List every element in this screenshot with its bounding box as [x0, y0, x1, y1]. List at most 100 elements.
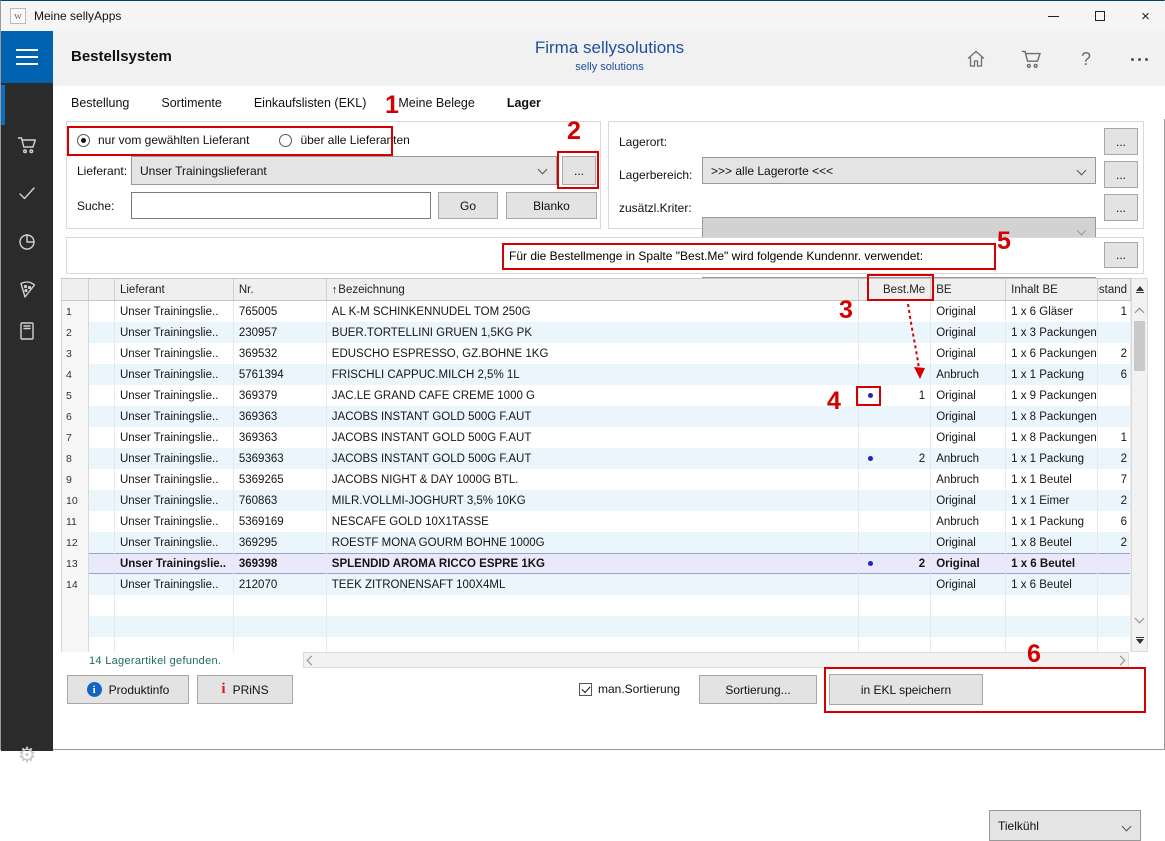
- row-number: 9: [62, 469, 89, 490]
- horizontal-scrollbar[interactable]: [303, 652, 1129, 668]
- minimize-button[interactable]: [1031, 1, 1076, 31]
- table-row[interactable]: 10Unser Trainingslie..760863MILR.VOLLMI-…: [62, 490, 1131, 511]
- table-row[interactable]: 1Unser Trainingslie..765005AL K-M SCHINK…: [62, 301, 1131, 322]
- cell-nr: 369363: [234, 427, 327, 448]
- maximize-button[interactable]: [1077, 1, 1122, 31]
- home-button[interactable]: [958, 41, 994, 77]
- cell-bestme: [859, 637, 931, 652]
- cell-inhalt-be: 1 x 6 Packungen: [1006, 343, 1098, 364]
- cell-bestand: 6: [1098, 511, 1131, 532]
- in-ekl-speichern-button[interactable]: in EKL speichern: [829, 674, 983, 705]
- man-sortierung-checkbox[interactable]: [579, 683, 592, 696]
- cell-indicator: [89, 301, 115, 322]
- column-header-rownum[interactable]: [62, 279, 89, 300]
- sidebar-item-statistics[interactable]: [1, 219, 53, 263]
- kundennr-more-button[interactable]: ...: [1104, 242, 1138, 268]
- menu-button[interactable]: [1, 31, 53, 83]
- radio-selected-lieferant[interactable]: [77, 134, 90, 147]
- sidebar-item-catalog[interactable]: [1, 309, 53, 353]
- empty-table-row[interactable]: [62, 595, 1131, 616]
- sidebar: ⚙: [1, 31, 53, 751]
- cell-nr: 230957: [234, 322, 327, 343]
- more-options-button[interactable]: [1121, 41, 1157, 77]
- hamburger-icon: [16, 49, 38, 51]
- table-row[interactable]: 4Unser Trainingslie..5761394FRISCHLI CAP…: [62, 364, 1131, 385]
- table-row[interactable]: 8Unser Trainingslie..5369363JACOBS INSTA…: [62, 448, 1131, 469]
- column-header-inhalt-be[interactable]: Inhalt BE: [1006, 279, 1098, 300]
- scrollbar-thumb[interactable]: [1134, 321, 1145, 371]
- sidebar-item-tasks[interactable]: [1, 171, 53, 215]
- lieferant-label: Lieferant:: [77, 164, 127, 178]
- scroll-down-button[interactable]: [1132, 612, 1147, 628]
- result-count-text: 14 Lagerartikel gefunden.: [89, 655, 221, 667]
- search-input[interactable]: [131, 192, 431, 219]
- table-row[interactable]: 12Unser Trainingslie..369295ROESTF MONA …: [62, 532, 1131, 553]
- column-header-indicator[interactable]: [89, 279, 115, 300]
- row-number: 14: [62, 574, 89, 595]
- cell-bestme: 2: [859, 553, 931, 574]
- kategorie-dropdown[interactable]: Tielkühl: [989, 810, 1141, 841]
- tab-bestellung[interactable]: Bestellung: [71, 96, 129, 110]
- sidebar-item-food[interactable]: [1, 267, 53, 311]
- cell-bestand: 2: [1098, 343, 1131, 364]
- scroll-to-top-button[interactable]: [1132, 281, 1147, 299]
- produktinfo-button[interactable]: i Produktinfo: [67, 675, 189, 704]
- close-button[interactable]: ×: [1123, 1, 1165, 31]
- radio-alle-lieferanten[interactable]: [279, 134, 292, 147]
- cart-button[interactable]: [1013, 41, 1049, 77]
- row-number: 1: [62, 301, 89, 322]
- table-row[interactable]: 3Unser Trainingslie..369532EDUSCHO ESPRE…: [62, 343, 1131, 364]
- cell-bezeichnung: NESCAFE GOLD 10X1TASSE: [327, 511, 859, 532]
- tab-meine-belege[interactable]: Meine Belege: [398, 96, 474, 110]
- scroll-up-button[interactable]: [1132, 303, 1147, 319]
- cell-bezeichnung: TEEK ZITRONENSAFT 100X4ML: [327, 574, 859, 595]
- double-arrow-up-icon: [1136, 286, 1144, 291]
- cell-bestand: 2: [1098, 490, 1131, 511]
- table-row[interactable]: 14Unser Trainingslie..212070TEEK ZITRONE…: [62, 574, 1131, 595]
- tab-lager[interactable]: Lager: [507, 96, 541, 110]
- sortierung-button[interactable]: Sortierung...: [699, 675, 817, 704]
- column-header-nr[interactable]: Nr.: [234, 279, 327, 300]
- cell-be: Original: [931, 553, 1006, 574]
- lieferant-dropdown[interactable]: Unser Trainingslieferant: [131, 156, 557, 185]
- cell-bezeichnung: JAC.LE GRAND CAFE CREME 1000 G: [327, 385, 859, 406]
- row-number: 5: [62, 385, 89, 406]
- tab-sortimente[interactable]: Sortimente: [161, 96, 221, 110]
- cell-indicator: [89, 343, 115, 364]
- column-header-bestand[interactable]: Bestand: [1098, 279, 1131, 300]
- column-header-be[interactable]: BE: [931, 279, 1006, 300]
- table-row[interactable]: 9Unser Trainingslie..5369265JACOBS NIGHT…: [62, 469, 1131, 490]
- blanko-button[interactable]: Blanko: [506, 192, 597, 219]
- go-button[interactable]: Go: [438, 192, 498, 219]
- table-row[interactable]: 7Unser Trainingslie..369363JACOBS INSTAN…: [62, 427, 1131, 448]
- lagerbereich-label: Lagerbereich:: [619, 168, 692, 182]
- lagerort-more-button[interactable]: ...: [1104, 128, 1138, 155]
- empty-table-row[interactable]: [62, 637, 1131, 652]
- cell-bestand: 6: [1098, 364, 1131, 385]
- scroll-to-bottom-button[interactable]: [1132, 631, 1147, 649]
- table-row[interactable]: 5Unser Trainingslie..369379JAC.LE GRAND …: [62, 385, 1131, 406]
- settings-button[interactable]: ⚙: [1, 735, 53, 775]
- prins-button[interactable]: i PRiNS: [197, 675, 293, 704]
- vertical-scrollbar[interactable]: [1131, 278, 1148, 652]
- kategorie-value: Tielkühl: [998, 819, 1039, 833]
- lagerort-dropdown[interactable]: >>> alle Lagerorte <<<: [702, 157, 1096, 184]
- table-row[interactable]: 13Unser Trainingslie..369398SPLENDID ARO…: [62, 553, 1131, 574]
- table-row[interactable]: 6Unser Trainingslie..369363JACOBS INSTAN…: [62, 406, 1131, 427]
- kriterien-label: zusätzl.Kriter:: [619, 201, 692, 215]
- empty-table-row[interactable]: [62, 616, 1131, 637]
- cell-bestme: 1: [859, 385, 931, 406]
- row-number: 10: [62, 490, 89, 511]
- help-button[interactable]: ?: [1068, 41, 1104, 77]
- table-row[interactable]: 11Unser Trainingslie..5369169NESCAFE GOL…: [62, 511, 1131, 532]
- cell-inhalt-be: 1 x 6 Gläser: [1006, 301, 1098, 322]
- tab-einkaufslisten[interactable]: Einkaufslisten (EKL): [254, 96, 367, 110]
- kriterien-more-button[interactable]: ...: [1104, 194, 1138, 221]
- column-header-bezeichnung[interactable]: ↑ Bezeichnung: [327, 279, 859, 300]
- lagerbereich-more-button[interactable]: ...: [1104, 161, 1138, 188]
- table-row[interactable]: 2Unser Trainingslie..230957BUER.TORTELLI…: [62, 322, 1131, 343]
- column-header-bestme[interactable]: Best.Me: [859, 279, 931, 300]
- lieferant-more-button[interactable]: ...: [562, 156, 596, 185]
- column-header-lieferant[interactable]: Lieferant: [115, 279, 234, 300]
- sidebar-item-bestellung[interactable]: [1, 123, 53, 167]
